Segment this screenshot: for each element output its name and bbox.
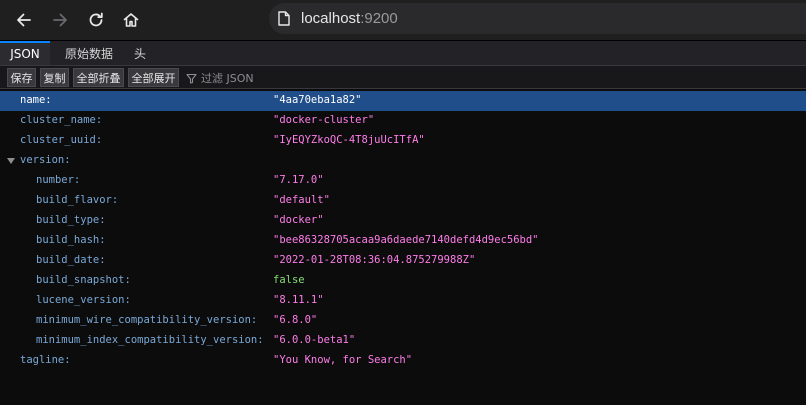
json-row-build-type[interactable]: build_type: "docker" [0, 211, 806, 231]
json-row-min-index-compat[interactable]: minimum_index_compatibility_version: "6.… [0, 331, 806, 351]
viewer-tabs: JSON 原始数据 头 [0, 41, 806, 66]
json-row-build-hash[interactable]: build_hash: "bee86328705acaa9a6daede7140… [0, 231, 806, 251]
filter-input[interactable]: 过滤 JSON [186, 69, 254, 87]
json-row-version[interactable]: version: [0, 151, 806, 171]
home-icon [123, 13, 139, 27]
arrow-right-icon [53, 13, 67, 27]
forward-button[interactable] [46, 6, 74, 34]
json-row-build-date[interactable]: build_date: "2022-01-28T08:36:04.8752799… [0, 251, 806, 271]
json-row-min-wire-compat[interactable]: minimum_wire_compatibility_version: "6.8… [0, 311, 806, 331]
tab-raw-data[interactable]: 原始数据 [58, 41, 120, 65]
action-bar: 保存 复制 全部折叠 全部展开 过滤 JSON [0, 66, 806, 89]
json-key: version: [20, 154, 71, 166]
filter-icon [186, 73, 197, 84]
url-host: localhost [301, 10, 361, 27]
json-row-name[interactable]: name: "4aa70eba1a82" [0, 91, 806, 111]
json-value: "bee86328705acaa9a6daede7140defd4d9ec56b… [273, 234, 539, 246]
save-button[interactable]: 保存 [7, 68, 36, 87]
json-value: "7.17.0" [273, 174, 324, 186]
url-text: localhost:9200 [301, 10, 398, 27]
arrow-left-icon [17, 13, 31, 27]
reload-icon [89, 12, 103, 27]
json-row-tagline[interactable]: tagline: "You Know, for Search" [0, 351, 806, 371]
reload-button[interactable] [82, 6, 110, 34]
json-key: build_flavor: [36, 194, 119, 206]
json-key: number: [36, 174, 81, 186]
json-value: "You Know, for Search" [273, 354, 413, 366]
json-key: minimum_wire_compatibility_version: [36, 314, 258, 326]
json-value: "IyEQYZkoQC-4T8juUcITfA" [273, 134, 425, 146]
home-button[interactable] [117, 6, 145, 34]
json-value: "2022-01-28T08:36:04.875279988Z" [273, 254, 476, 266]
json-value: "8.11.1" [273, 294, 324, 306]
json-value: "docker-cluster" [273, 114, 375, 126]
json-key: lucene_version: [36, 294, 131, 306]
json-row-cluster-uuid[interactable]: cluster_uuid: "IyEQYZkoQC-4T8juUcITfA" [0, 131, 806, 151]
json-key: minimum_index_compatibility_version: [36, 334, 264, 346]
json-key: build_snapshot: [36, 274, 131, 286]
back-button[interactable] [10, 6, 38, 34]
expand-all-button[interactable]: 全部展开 [128, 68, 179, 87]
url-port: :9200 [360, 10, 398, 27]
json-key: tagline: [20, 354, 71, 366]
json-key: name: [20, 94, 52, 106]
json-row-lucene-version[interactable]: lucene_version: "8.11.1" [0, 291, 806, 311]
json-value: "default" [273, 194, 330, 206]
json-row-cluster-name[interactable]: cluster_name: "docker-cluster" [0, 111, 806, 131]
json-key: build_date: [36, 254, 106, 266]
json-key: cluster_uuid: [20, 134, 103, 146]
tab-headers[interactable]: 头 [126, 41, 154, 65]
json-row-number[interactable]: number: "7.17.0" [0, 171, 806, 191]
json-key: cluster_name: [20, 114, 103, 126]
copy-button[interactable]: 复制 [40, 68, 69, 87]
json-value: false [273, 274, 305, 286]
json-key: build_type: [36, 214, 106, 226]
json-value: "4aa70eba1a82" [273, 94, 362, 106]
tab-json[interactable]: JSON [0, 41, 50, 65]
page-icon [277, 11, 291, 27]
filter-placeholder: 过滤 JSON [201, 72, 254, 85]
json-value: "docker" [273, 214, 324, 226]
address-bar[interactable]: localhost:9200 [269, 3, 806, 34]
expand-toggle-icon[interactable] [7, 158, 15, 164]
browser-toolbar: localhost:9200 [0, 0, 806, 41]
json-row-build-flavor[interactable]: build_flavor: "default" [0, 191, 806, 211]
json-key: build_hash: [36, 234, 106, 246]
collapse-all-button[interactable]: 全部折叠 [73, 68, 124, 87]
json-row-build-snapshot[interactable]: build_snapshot: false [0, 271, 806, 291]
json-value: "6.0.0-beta1" [273, 334, 356, 346]
json-value: "6.8.0" [273, 314, 318, 326]
json-tree: name: "4aa70eba1a82" cluster_name: "dock… [0, 89, 806, 405]
